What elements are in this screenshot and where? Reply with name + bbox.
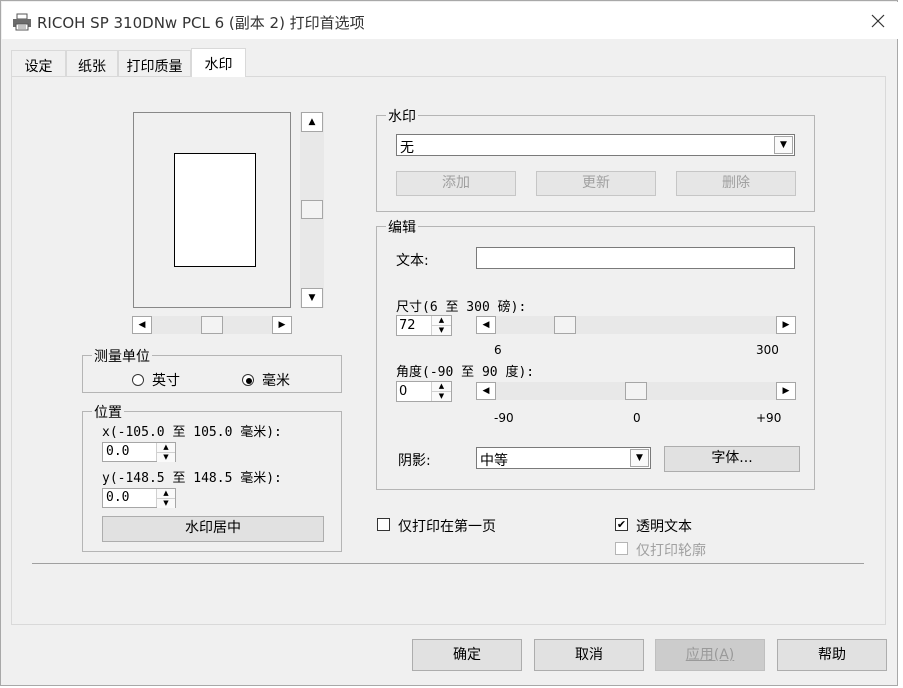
angle-stepper[interactable]: 0 ▲ ▼ bbox=[396, 381, 452, 402]
cancel-button[interactable]: 取消 bbox=[534, 639, 644, 671]
y-up-icon[interactable]: ▲ bbox=[157, 489, 175, 499]
font-button[interactable]: 字体... bbox=[664, 446, 800, 472]
outline-only-label: 仅打印轮廓 bbox=[636, 543, 706, 559]
size-down-icon[interactable]: ▼ bbox=[432, 326, 451, 335]
size-slider-thumb[interactable] bbox=[554, 316, 576, 334]
ok-button[interactable]: 确定 bbox=[412, 639, 522, 671]
watermark-group bbox=[376, 115, 815, 212]
horizontal-position-scrollbar[interactable]: ◀ ▶ bbox=[132, 316, 292, 334]
help-button[interactable]: 帮助 bbox=[777, 639, 887, 671]
tab-watermark[interactable]: 水印 bbox=[191, 48, 246, 77]
x-stepper[interactable]: 0.0 ▲ ▼ bbox=[102, 442, 176, 462]
size-max-label: 300 bbox=[756, 343, 779, 357]
scroll-right-icon[interactable]: ▶ bbox=[272, 316, 292, 334]
radio-mm[interactable] bbox=[242, 374, 254, 386]
tab-settings[interactable]: 设定 bbox=[11, 50, 66, 76]
x-up-icon[interactable]: ▲ bbox=[157, 443, 175, 453]
printer-icon bbox=[13, 13, 31, 31]
angle-up-icon[interactable]: ▲ bbox=[432, 382, 451, 392]
y-range-label: y(-148.5 至 148.5 毫米): bbox=[102, 471, 282, 486]
scroll-down-icon[interactable]: ▼ bbox=[301, 288, 323, 308]
window-title: RICOH SP 310DNw PCL 6 (副本 2) 打印首选项 bbox=[37, 14, 365, 32]
size-right-icon[interactable]: ▶ bbox=[776, 316, 796, 334]
update-watermark-button[interactable]: 更新 bbox=[536, 171, 656, 196]
add-watermark-button[interactable]: 添加 bbox=[396, 171, 516, 196]
radio-inch[interactable] bbox=[132, 374, 144, 386]
size-stepper[interactable]: 72 ▲ ▼ bbox=[396, 315, 452, 336]
scroll-up-icon[interactable]: ▲ bbox=[301, 112, 323, 132]
x-value[interactable]: 0.0 bbox=[106, 444, 129, 459]
x-down-icon[interactable]: ▼ bbox=[157, 453, 175, 462]
tab-print-quality[interactable]: 打印质量 bbox=[118, 50, 191, 76]
angle-down-icon[interactable]: ▼ bbox=[432, 392, 451, 401]
transparent-text-label: 透明文本 bbox=[636, 519, 692, 535]
horizontal-scroll-thumb[interactable] bbox=[201, 316, 223, 334]
angle-max-label: +90 bbox=[756, 411, 782, 425]
angle-right-icon[interactable]: ▶ bbox=[776, 382, 796, 400]
divider bbox=[32, 563, 864, 564]
vertical-scroll-thumb[interactable] bbox=[301, 200, 323, 219]
position-legend: 位置 bbox=[92, 402, 124, 422]
transparent-text-checkbox[interactable]: ✔ bbox=[615, 518, 628, 531]
chevron-down-icon[interactable]: ▼ bbox=[630, 449, 649, 467]
center-watermark-button[interactable]: 水印居中 bbox=[102, 516, 324, 542]
tab-paper[interactable]: 纸张 bbox=[66, 50, 118, 76]
watermark-text-input[interactable] bbox=[476, 247, 795, 269]
delete-watermark-button[interactable]: 删除 bbox=[676, 171, 796, 196]
angle-min-label: -90 bbox=[494, 411, 514, 425]
shadow-selected-value: 中等 bbox=[480, 453, 508, 469]
size-value[interactable]: 72 bbox=[399, 318, 416, 333]
angle-left-icon[interactable]: ◀ bbox=[476, 382, 496, 400]
angle-mid-label: 0 bbox=[633, 411, 641, 425]
apply-button[interactable]: 应用(A) bbox=[655, 639, 765, 671]
angle-slider[interactable]: ◀ ▶ bbox=[476, 382, 796, 400]
units-legend: 测量单位 bbox=[92, 346, 152, 366]
watermark-selected-value: 无 bbox=[400, 140, 414, 156]
scroll-left-icon[interactable]: ◀ bbox=[132, 316, 152, 334]
close-icon[interactable] bbox=[868, 11, 888, 31]
preview-page bbox=[174, 153, 256, 267]
watermark-select[interactable]: 无 ▼ bbox=[396, 134, 795, 156]
y-down-icon[interactable]: ▼ bbox=[157, 499, 175, 508]
shadow-label: 阴影: bbox=[398, 453, 431, 469]
vertical-position-scrollbar[interactable]: ▲ ▼ bbox=[300, 112, 324, 308]
first-page-checkbox[interactable] bbox=[377, 518, 390, 531]
radio-inch-label: 英寸 bbox=[152, 373, 180, 389]
chevron-down-icon[interactable]: ▼ bbox=[774, 136, 793, 154]
size-up-icon[interactable]: ▲ bbox=[432, 316, 451, 326]
edit-legend: 编辑 bbox=[386, 217, 418, 237]
title-bar[interactable]: RICOH SP 310DNw PCL 6 (副本 2) 打印首选项 bbox=[2, 2, 898, 39]
radio-mm-label: 毫米 bbox=[262, 373, 290, 389]
angle-value[interactable]: 0 bbox=[399, 384, 407, 399]
text-label: 文本: bbox=[396, 253, 429, 269]
size-range-label: 尺寸(6 至 300 磅): bbox=[396, 300, 527, 315]
angle-range-label: 角度(-90 至 90 度): bbox=[396, 365, 535, 380]
outline-only-checkbox[interactable] bbox=[615, 542, 628, 555]
shadow-select[interactable]: 中等 ▼ bbox=[476, 447, 651, 469]
y-stepper[interactable]: 0.0 ▲ ▼ bbox=[102, 488, 176, 508]
size-left-icon[interactable]: ◀ bbox=[476, 316, 496, 334]
watermark-preview bbox=[133, 112, 291, 308]
first-page-label: 仅打印在第一页 bbox=[398, 519, 496, 535]
angle-slider-thumb[interactable] bbox=[625, 382, 647, 400]
x-range-label: x(-105.0 至 105.0 毫米): bbox=[102, 425, 282, 440]
watermark-legend: 水印 bbox=[386, 106, 418, 126]
y-value[interactable]: 0.0 bbox=[106, 490, 129, 505]
size-slider[interactable]: ◀ ▶ bbox=[476, 316, 796, 334]
size-min-label: 6 bbox=[494, 343, 502, 357]
